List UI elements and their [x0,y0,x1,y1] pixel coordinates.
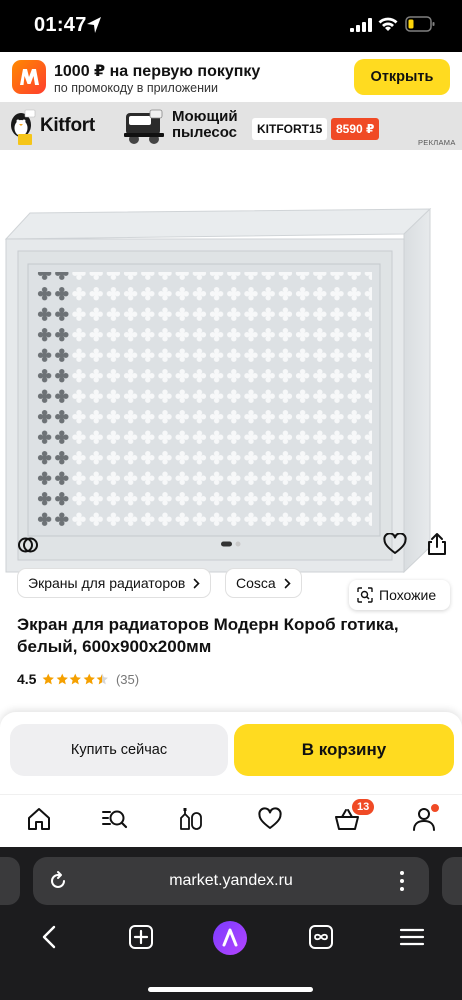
url-text: market.yandex.ru [169,872,293,889]
ad-promo-code: KITFORT15 [252,118,328,140]
vacuum-cleaner-icon [124,109,164,144]
home-icon [28,808,50,830]
image-pagination-dots [221,541,241,547]
status-bar: 01:47 [0,0,462,52]
product-rating[interactable]: 4.5 (35) [17,670,139,688]
ad-product: Моющий пылесос [172,108,238,141]
new-tab-icon[interactable] [127,923,155,951]
promo-subtitle: по промокоду в приложении [54,81,218,95]
rating-value: 4.5 [17,671,37,687]
buy-now-button[interactable]: Купить сейчас [10,724,228,776]
tab-compare[interactable] [177,805,205,833]
image-search-icon [357,587,373,603]
rating-stars [42,673,110,686]
star-icon [70,673,82,685]
bottom-tab-bar: 13 [0,794,462,847]
status-time: 01:47 [34,14,87,36]
similar-products-button[interactable]: Похожие [349,580,450,610]
market-app-logo [12,60,46,94]
wifi-icon [378,17,398,31]
tab-home[interactable] [25,805,53,833]
breadcrumb-chip-category[interactable]: Экраны для радиаторов [17,568,212,598]
chevron-right-icon [194,578,200,588]
back-icon[interactable] [36,923,64,951]
product-title: Экран для радиаторов Модерн Короб готика… [17,615,399,656]
similar-label: Похожие [379,587,437,603]
chevron-right-icon [284,578,291,588]
previous-tab-preview[interactable] [0,857,20,905]
alice-icon [222,928,238,947]
promo-title: 1000 ₽ на первую покупку [54,63,261,80]
catalog-search-icon [102,810,128,829]
menu-icon[interactable] [398,923,426,951]
ad-label: РЕКЛАМА [418,138,456,147]
location-arrow-icon [87,17,101,33]
alice-assistant-button[interactable] [213,921,247,955]
tabs-switcher-icon[interactable] [307,923,335,951]
reload-icon[interactable] [47,870,69,892]
ad-brand: Kitfort [40,115,95,136]
tab-catalog[interactable] [101,805,129,833]
breadcrumb-label: Cosca [236,575,276,591]
star-icon [56,673,68,685]
ad-banner[interactable]: Kitfort Моющий пылесос KITFORT15 8590 ₽ … [0,102,462,150]
favorites-icon [258,807,282,829]
promo-banner[interactable]: 1000 ₽ на первую покупку по промокоду в … [0,52,462,102]
product-image-gallery[interactable]: Похожие [0,150,462,610]
breadcrumb-chip-brand[interactable]: Cosca [225,568,302,598]
page: 1000 ₽ на первую покупку по промокоду в … [0,52,462,847]
compare-rings-icon[interactable] [17,534,39,556]
favorite-heart-icon[interactable] [383,533,407,555]
browser-chrome: market.yandex.ru [0,847,462,1000]
star-icon [43,673,55,685]
penguin-mascot-icon [11,109,36,145]
home-indicator [148,987,313,992]
ad-price: 8590 ₽ [331,118,380,140]
address-bar[interactable]: market.yandex.ru [33,857,429,905]
star-icon [83,673,95,685]
open-app-button[interactable]: Открыть [354,59,450,95]
star-icon [97,673,109,685]
add-to-cart-button[interactable]: В корзину [234,724,454,776]
notification-dot [429,802,441,814]
buy-panel: Купить сейчас В корзину [0,712,462,794]
cellular-signal-icon [350,18,372,32]
tab-favorites[interactable] [256,805,284,833]
reviews-count: (35) [115,671,140,687]
product-photo [4,207,432,574]
next-tab-preview[interactable] [442,857,462,905]
compare-icon [180,808,202,830]
battery-icon [405,16,435,32]
more-vertical-icon[interactable] [399,869,405,893]
breadcrumb-label: Экраны для радиаторов [28,575,186,591]
share-icon[interactable] [426,532,448,556]
cart-count-badge: 13 [352,799,375,815]
